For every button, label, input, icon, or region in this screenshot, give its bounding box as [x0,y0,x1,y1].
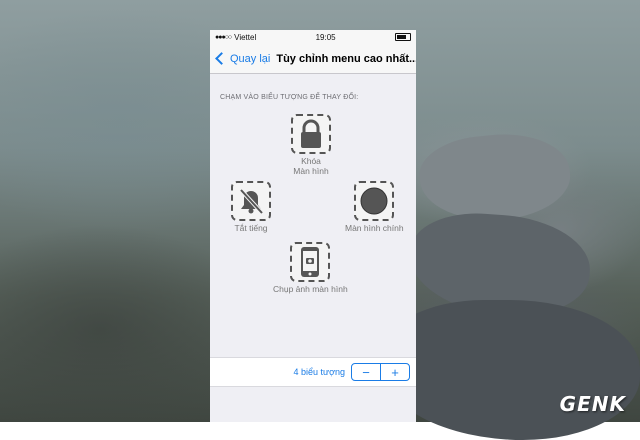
increment-button[interactable]: + [380,364,409,380]
lock-icon [301,119,321,148]
screenshot-icon [301,247,320,277]
home-label: Màn hình chính [345,223,404,233]
phone-screen: ●●●○○ Viettel 19:05 Quay lại Tùy chỉnh m… [210,30,416,422]
home-icon [360,187,388,215]
section-header: CHẠM VÀO BIỂU TƯỢNG ĐỂ THAY ĐỔI: [220,94,359,101]
lock-icon-frame [291,114,331,154]
home-icon-frame [354,181,395,221]
status-bar: ●●●○○ Viettel 19:05 [210,30,416,44]
battery-icon [394,33,411,41]
signal-icon: ●●●○○ [215,33,232,41]
lock-label-line1: Khóa [301,156,321,166]
mute-icon-frame [231,181,271,221]
status-left: ●●●○○ Viettel [215,33,256,42]
back-label: Quay lại [230,52,271,65]
icon-slot-screenshot[interactable]: Chụp ảnh màn hình [273,242,348,294]
page-title: Tùy chỉnh menu cao nhất... [276,52,416,65]
carrier-name: Viettel [234,32,257,42]
icon-count-bar: 4 biểu tượng − + [210,357,416,387]
watermark-logo: GENK [559,392,626,416]
icon-slot-lock[interactable]: Khóa Màn hình [291,114,331,176]
screenshot-icon-frame [290,242,331,282]
back-button[interactable]: Quay lại [214,52,271,65]
clock: 19:05 [315,32,336,42]
mute-icon [239,188,264,215]
decrement-button[interactable]: − [352,364,380,380]
lock-label-line2: Màn hình [293,166,329,176]
icon-slot-home[interactable]: Màn hình chính [345,181,404,233]
icon-count-stepper: − + [351,363,410,381]
chevron-left-icon [215,52,228,65]
navigation-bar: Quay lại Tùy chỉnh menu cao nhất... [210,44,416,74]
icon-slot-mute[interactable]: Tắt tiếng [231,181,271,233]
screenshot-label: Chụp ảnh màn hình [273,284,348,294]
mute-label: Tắt tiếng [234,223,268,233]
icon-count-label: 4 biểu tượng [293,367,345,377]
